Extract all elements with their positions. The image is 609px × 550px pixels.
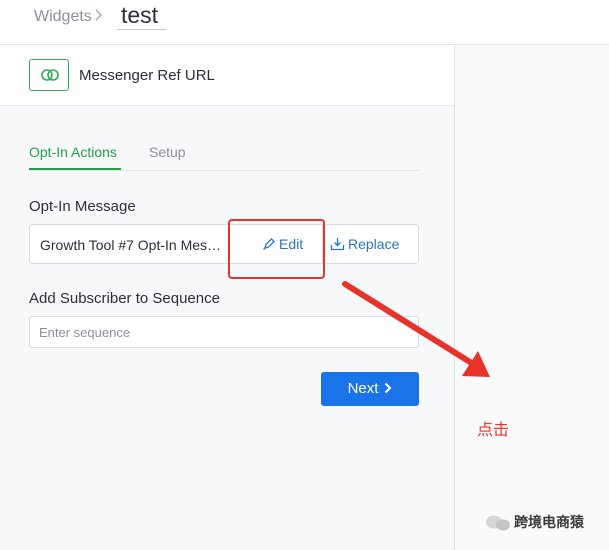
annotation-text: 点击: [477, 420, 510, 439]
wechat-icon: [486, 515, 510, 531]
annotation-arrow: [342, 281, 490, 377]
watermark-text: 跨境电商猿: [514, 515, 584, 531]
